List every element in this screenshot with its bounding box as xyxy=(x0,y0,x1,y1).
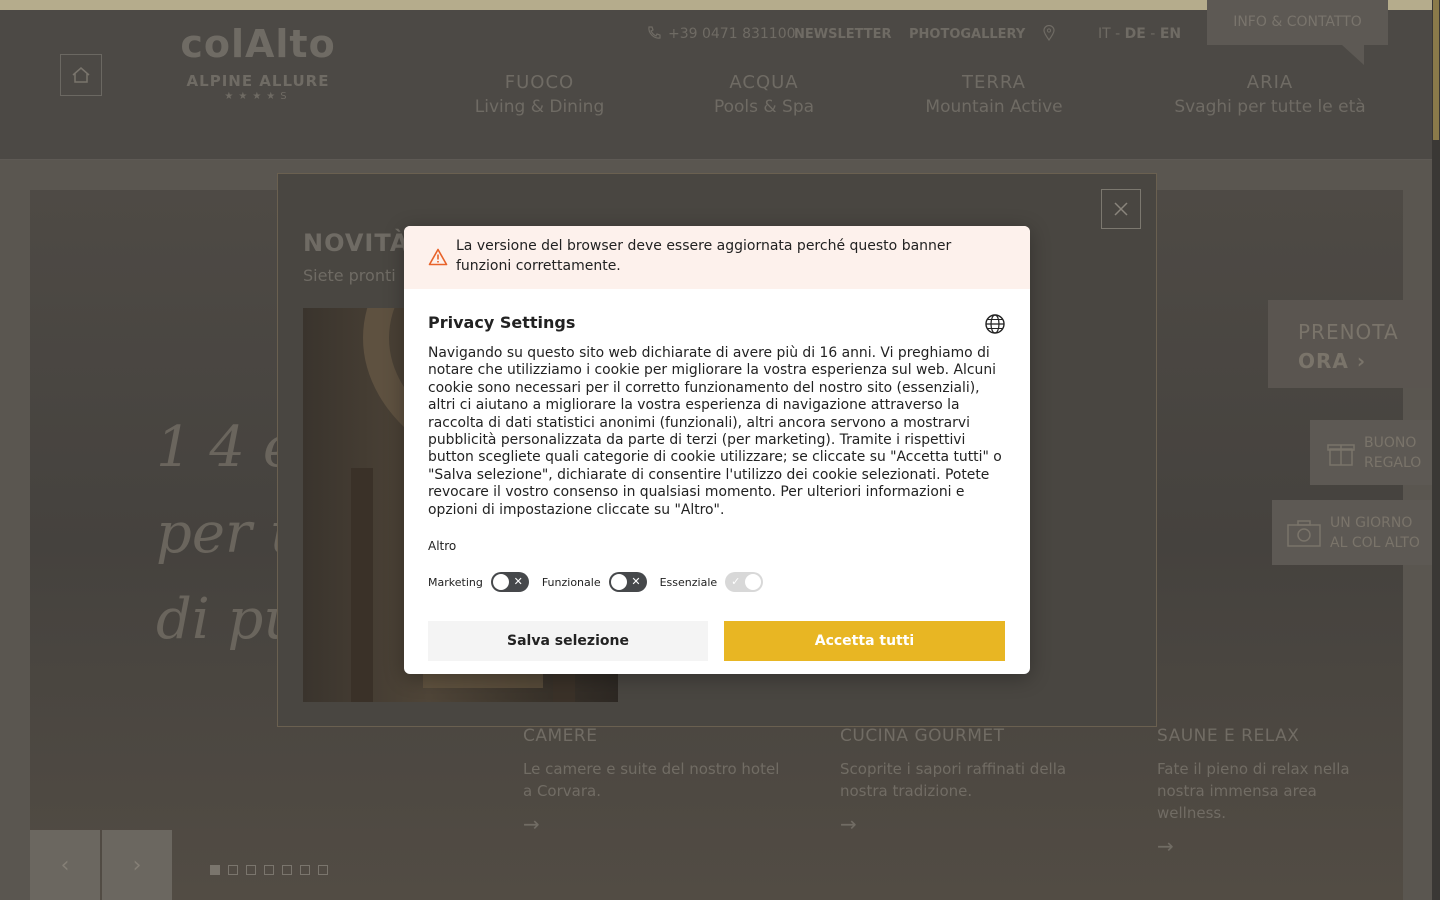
day-line: UN GIORNO xyxy=(1330,514,1413,531)
scrollbar[interactable] xyxy=(1432,0,1440,900)
privacy-body: Navigando su questo sito web dichiarate … xyxy=(428,345,1002,518)
slider-dot[interactable] xyxy=(282,865,292,875)
nav-subtitle: Svaghi per tutte le età xyxy=(1174,97,1366,117)
gift-line: REGALO xyxy=(1364,454,1422,471)
nav-title: FUOCO xyxy=(504,72,575,93)
lang-separator: - xyxy=(1150,26,1156,42)
slider-dot[interactable] xyxy=(264,865,274,875)
card-description: Fate il pieno di relax nella nostra imme… xyxy=(1157,760,1350,822)
book-now-button[interactable]: PRENOTA ORA › xyxy=(1268,300,1432,388)
accept-all-button[interactable]: Accetta tutti xyxy=(724,621,1005,661)
day-at-col-alto-button[interactable]: UN GIORNO AL COL ALTO xyxy=(1272,500,1432,565)
slider-dot[interactable] xyxy=(318,865,328,875)
slider-dot[interactable] xyxy=(246,865,256,875)
lang-it[interactable]: IT xyxy=(1098,26,1111,42)
warning-icon xyxy=(428,248,448,266)
newsletter-link[interactable]: NEWSLETTER xyxy=(794,27,892,42)
toggle-mark: ✓ xyxy=(731,575,741,588)
card-description: Scoprite i sapori raffinati della nostra… xyxy=(840,760,1067,800)
popup-title: NOVITÀ xyxy=(303,229,410,257)
phone-number: +39 0471 831100 xyxy=(668,26,796,42)
browser-warning: La versione del browser deve essere aggi… xyxy=(404,226,1030,289)
slider-prev-button[interactable]: ‹ xyxy=(30,830,100,900)
home-icon xyxy=(72,67,90,83)
toggle-marketing[interactable]: ✕ xyxy=(490,572,529,592)
lang-en[interactable]: EN xyxy=(1160,26,1181,42)
toggle-essenziale: ✓ xyxy=(725,572,764,592)
info-contact-tab[interactable]: INFO & CONTATTO xyxy=(1207,0,1388,65)
card-title: CUCINA GOURMET xyxy=(840,726,1005,746)
photogallery-link[interactable]: PHOTOGALLERY xyxy=(909,27,1025,42)
nav-subtitle: Living & Dining xyxy=(474,97,605,117)
toggle-label-marketing: Marketing xyxy=(428,575,483,589)
nav-title: ACQUA xyxy=(729,72,799,93)
privacy-title: Privacy Settings xyxy=(428,313,576,332)
toggle-mark: ✕ xyxy=(631,575,641,588)
arrow-right-icon: → xyxy=(523,812,540,836)
card-description: Le camere e suite del nostro hotel a Cor… xyxy=(523,760,780,800)
map-pin-icon[interactable] xyxy=(1043,24,1055,45)
nav-subtitle: Pools & Spa xyxy=(713,97,815,117)
slider-dots xyxy=(210,865,328,875)
arrow-right-icon: → xyxy=(1157,834,1174,858)
language-switcher: IT - DE - EN xyxy=(1098,26,1181,42)
close-icon xyxy=(1114,202,1128,216)
nav-fuoco[interactable]: FUOCO Living & Dining xyxy=(472,72,607,117)
slider-next-button[interactable]: › xyxy=(102,830,172,900)
card-title: SAUNE E RELAX xyxy=(1157,726,1300,746)
card-saune[interactable]: SAUNE E RELAX Fate il pieno di relax nel… xyxy=(1157,726,1377,858)
toggle-label-funzionale: Funzionale xyxy=(541,575,601,589)
popup-close-button[interactable] xyxy=(1101,189,1141,229)
slider-dot[interactable] xyxy=(300,865,310,875)
phone-link[interactable]: +39 0471 831100 xyxy=(646,25,796,42)
nav-aria[interactable]: ARIA Svaghi per tutte le età xyxy=(1172,72,1368,117)
card-camere[interactable]: CAMERE Le camere e suite del nostro hote… xyxy=(523,726,783,836)
warning-text: La versione del browser deve essere aggi… xyxy=(456,238,952,274)
home-button[interactable] xyxy=(60,54,102,96)
nav-title: TERRA xyxy=(962,72,1026,93)
camera-icon xyxy=(1287,519,1321,547)
slider-dot[interactable] xyxy=(210,865,220,875)
book-now-line: PRENOTA xyxy=(1298,320,1399,344)
nav-subtitle: Mountain Active xyxy=(925,97,1063,117)
logo-subtitle: ALPINE ALLURE xyxy=(186,72,330,90)
slider-dot[interactable] xyxy=(228,865,238,875)
logo-wordmark: colAlto xyxy=(180,22,336,66)
lang-de[interactable]: DE xyxy=(1125,26,1146,42)
toggle-label-essenziale: Essenziale xyxy=(659,575,718,589)
nav-acqua[interactable]: ACQUA Pools & Spa xyxy=(712,72,816,117)
toggle-mark: ✕ xyxy=(513,575,523,588)
gift-line: BUONO xyxy=(1364,434,1417,451)
logo-stars: ★★★★S xyxy=(224,91,292,102)
lang-separator: - xyxy=(1115,26,1121,42)
logo[interactable]: colAlto ALPINE ALLURE ★★★★S xyxy=(158,22,358,102)
toggle-funzionale[interactable]: ✕ xyxy=(608,572,647,592)
phone-icon xyxy=(648,26,661,39)
nav-terra[interactable]: TERRA Mountain Active xyxy=(921,72,1067,117)
globe-icon[interactable] xyxy=(984,313,1006,335)
scrollbar-thumb[interactable] xyxy=(1433,0,1439,140)
book-now-line: ORA › xyxy=(1298,349,1367,373)
arrow-right-icon: → xyxy=(840,812,857,836)
card-cucina[interactable]: CUCINA GOURMET Scoprite i sapori raffina… xyxy=(840,726,1100,836)
consent-toggles: Marketing ✕ Funzionale ✕ Essenziale ✓ xyxy=(428,572,776,592)
gift-voucher-button[interactable]: BUONO REGALO xyxy=(1310,420,1432,485)
popup-subtitle: Siete pronti xyxy=(303,266,396,285)
more-link[interactable]: Altro xyxy=(428,539,456,553)
cookie-banner: La versione del browser deve essere aggi… xyxy=(404,226,1030,674)
save-selection-button[interactable]: Salva selezione xyxy=(428,621,708,661)
gift-icon xyxy=(1327,443,1355,466)
day-line: AL COL ALTO xyxy=(1330,534,1420,551)
card-title: CAMERE xyxy=(523,726,598,746)
nav-title: ARIA xyxy=(1246,72,1294,93)
